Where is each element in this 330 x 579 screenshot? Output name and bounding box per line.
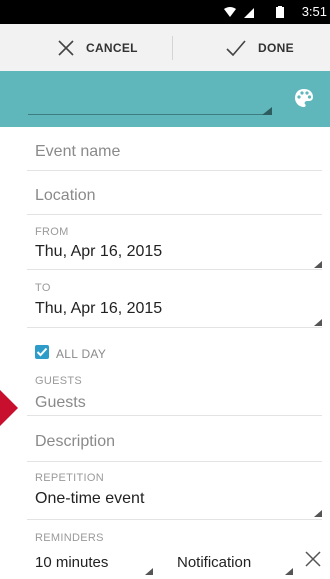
from-field[interactable]: FROM Thu, Apr 16, 2015: [27, 215, 322, 270]
to-field[interactable]: TO Thu, Apr 16, 2015: [27, 270, 322, 328]
calendar-select-underline: [28, 114, 272, 115]
pointer-arrow-icon: [0, 390, 18, 426]
from-label: FROM: [35, 226, 69, 238]
reminders-label: REMINDERS: [35, 532, 104, 544]
palette-icon[interactable]: [294, 88, 314, 108]
to-underline: [27, 327, 322, 328]
done-label: DONE: [258, 40, 294, 55]
calendar-color-bar: [0, 71, 330, 127]
repetition-dropdown-indicator: [314, 510, 322, 517]
event-name-input[interactable]: Event name: [35, 143, 120, 161]
cancel-button[interactable]: CANCEL: [58, 24, 138, 71]
guests-label: GUESTS: [35, 375, 83, 387]
check-icon: [226, 39, 246, 56]
from-date[interactable]: Thu, Apr 16, 2015: [35, 243, 162, 261]
description-field[interactable]: Description: [27, 416, 322, 462]
action-bar: CANCEL DONE: [0, 24, 330, 72]
to-dropdown-indicator: [314, 319, 322, 326]
location-input[interactable]: Location: [35, 187, 96, 205]
close-icon: [58, 39, 74, 56]
battery-icon: [276, 6, 284, 18]
all-day-label[interactable]: ALL DAY: [56, 347, 106, 361]
from-dropdown-indicator: [314, 261, 322, 268]
status-bar: 3:51: [0, 0, 330, 24]
repetition-value[interactable]: One-time event: [35, 490, 144, 508]
repetition-field[interactable]: REPETITION One-time event: [27, 462, 322, 520]
guests-input[interactable]: Guests: [35, 394, 86, 412]
wifi-icon: [224, 7, 236, 17]
all-day-checkbox[interactable]: [35, 345, 49, 359]
repetition-label: REPETITION: [35, 472, 105, 484]
reminder-type-dropdown-indicator: [285, 568, 293, 575]
calendar-dropdown[interactable]: [262, 107, 272, 115]
cancel-label: CANCEL: [86, 40, 138, 55]
signal-icon: [244, 8, 254, 18]
reminder-time-value: 10 minutes: [35, 554, 109, 571]
to-date[interactable]: Thu, Apr 16, 2015: [35, 300, 162, 318]
guests-field[interactable]: GUESTS Guests: [27, 364, 322, 416]
repetition-underline: [27, 519, 322, 520]
reminder-type-select[interactable]: Notification: [177, 550, 297, 579]
action-bar-divider: [172, 36, 173, 60]
description-input[interactable]: Description: [35, 433, 115, 451]
location-field[interactable]: Location: [27, 171, 322, 215]
done-button[interactable]: DONE: [226, 24, 294, 71]
reminder-time-select[interactable]: 10 minutes: [35, 550, 157, 579]
event-name-field[interactable]: Event name: [27, 127, 322, 171]
reminder-time-dropdown-indicator: [145, 568, 153, 575]
reminder-type-value: Notification: [177, 554, 252, 571]
checkmark-icon: [36, 347, 48, 357]
to-label: TO: [35, 282, 51, 294]
remove-reminder-icon[interactable]: [304, 550, 322, 568]
status-icons: [224, 6, 284, 18]
status-time: 3:51: [301, 4, 327, 19]
